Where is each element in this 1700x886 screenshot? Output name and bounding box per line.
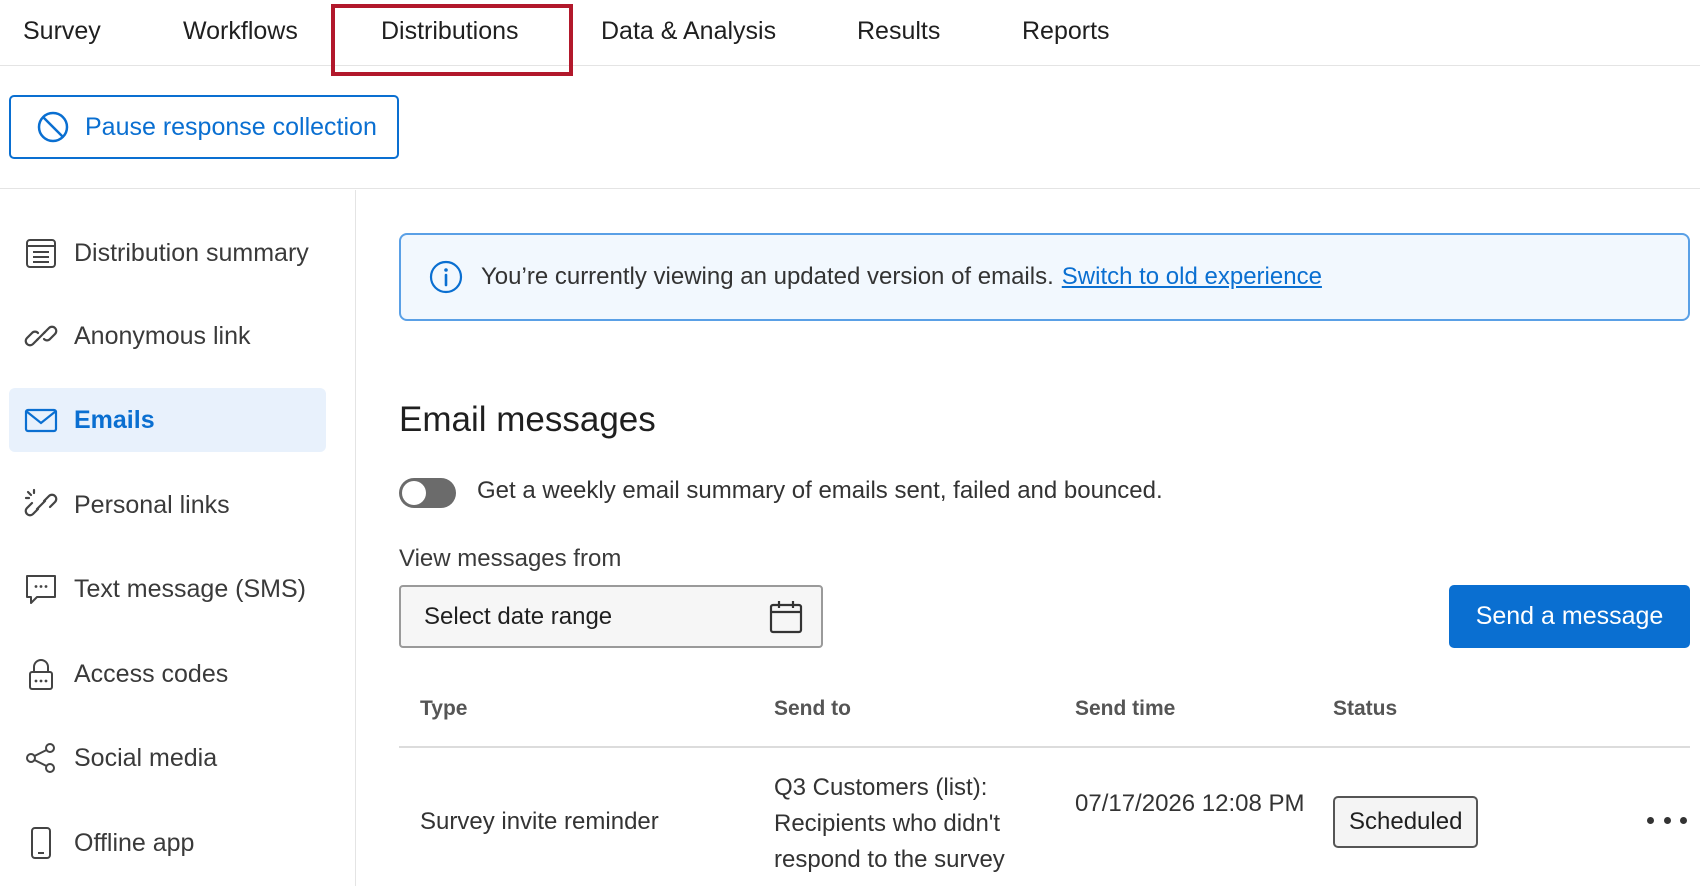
view-messages-label: View messages from bbox=[399, 545, 622, 572]
share-icon bbox=[22, 739, 60, 777]
tab-data-analysis[interactable]: Data & Analysis bbox=[601, 0, 776, 62]
sidebar-item-label: Anonymous link bbox=[74, 321, 251, 350]
lock-icon bbox=[22, 655, 60, 693]
weekly-summary-toggle[interactable] bbox=[399, 478, 456, 508]
prohibited-icon bbox=[35, 109, 71, 145]
toolbar: Pause response collection bbox=[0, 67, 1700, 189]
table-divider bbox=[399, 746, 1690, 748]
date-range-placeholder: Select date range bbox=[424, 602, 613, 630]
sidebar-item-personal-links[interactable]: Personal links bbox=[9, 473, 326, 537]
sidebar-item-label: Text message (SMS) bbox=[74, 574, 307, 603]
sidebar-item-label: Access codes bbox=[74, 659, 229, 688]
envelope-icon bbox=[22, 401, 60, 439]
sidebar-item-anonymous-link[interactable]: Anonymous link bbox=[9, 304, 326, 368]
page-title: Email messages bbox=[399, 400, 656, 439]
info-banner: You’re currently viewing an updated vers… bbox=[399, 233, 1690, 321]
link-icon bbox=[22, 317, 60, 355]
row-type-cell: Survey invite reminder bbox=[420, 808, 659, 835]
tab-distributions[interactable]: Distributions bbox=[331, 0, 573, 76]
row-send-to-cell: Q3 Customers (list): Recipients who didn… bbox=[774, 774, 1005, 873]
send-message-button[interactable]: Send a message bbox=[1449, 585, 1690, 648]
calendar-icon bbox=[767, 598, 805, 636]
status-badge: Scheduled bbox=[1333, 796, 1479, 848]
summary-list-icon bbox=[22, 234, 60, 272]
sidebar-item-access-codes[interactable]: Access codes bbox=[9, 642, 326, 706]
toggle-knob bbox=[402, 481, 426, 505]
more-options-icon[interactable] bbox=[1647, 808, 1687, 832]
sidebar-item-offline-app[interactable]: Offline app bbox=[9, 811, 326, 875]
column-header-send-time[interactable]: Send time bbox=[1075, 697, 1175, 721]
column-header-status[interactable]: Status bbox=[1333, 697, 1397, 721]
broken-link-icon bbox=[22, 486, 60, 524]
sidebar-item-label: Social media bbox=[74, 743, 218, 772]
tab-survey[interactable]: Survey bbox=[23, 0, 101, 62]
row-send-time-cell: 07/17/2026 12:08 PM bbox=[1075, 790, 1305, 817]
sidebar-item-label: Offline app bbox=[74, 828, 195, 857]
sidebar-item-label: Personal links bbox=[74, 490, 230, 519]
pause-response-collection-button[interactable]: Pause response collection bbox=[9, 95, 399, 159]
sidebar-item-distribution-summary[interactable]: Distribution summary bbox=[9, 221, 326, 285]
sidebar-item-emails[interactable]: Emails bbox=[9, 388, 326, 452]
pause-button-label: Pause response collection bbox=[85, 112, 377, 141]
info-icon bbox=[427, 258, 465, 296]
sidebar-item-social-media[interactable]: Social media bbox=[9, 726, 326, 790]
banner-message: You’re currently viewing an updated vers… bbox=[481, 263, 1054, 290]
tab-results[interactable]: Results bbox=[857, 0, 940, 62]
phone-icon bbox=[22, 824, 60, 862]
weekly-summary-label: Get a weekly email summary of emails sen… bbox=[477, 477, 1163, 504]
tab-workflows[interactable]: Workflows bbox=[183, 0, 298, 62]
tab-reports[interactable]: Reports bbox=[1022, 0, 1110, 62]
column-header-send-to[interactable]: Send to bbox=[774, 697, 851, 721]
sidebar-item-label: Distribution summary bbox=[74, 238, 309, 267]
switch-old-experience-link[interactable]: Switch to old experience bbox=[1062, 263, 1322, 291]
chat-bubble-icon bbox=[22, 570, 60, 608]
sidebar-item-text-message[interactable]: Text message (SMS) bbox=[9, 557, 326, 621]
date-range-picker[interactable]: Select date range bbox=[399, 585, 823, 648]
column-header-type[interactable]: Type bbox=[420, 697, 467, 721]
sidebar: Distribution summary Anonymous link Emai… bbox=[0, 190, 356, 886]
sidebar-item-label: Emails bbox=[74, 405, 155, 434]
top-navigation: Survey Workflows Distributions Data & An… bbox=[0, 0, 1700, 76]
